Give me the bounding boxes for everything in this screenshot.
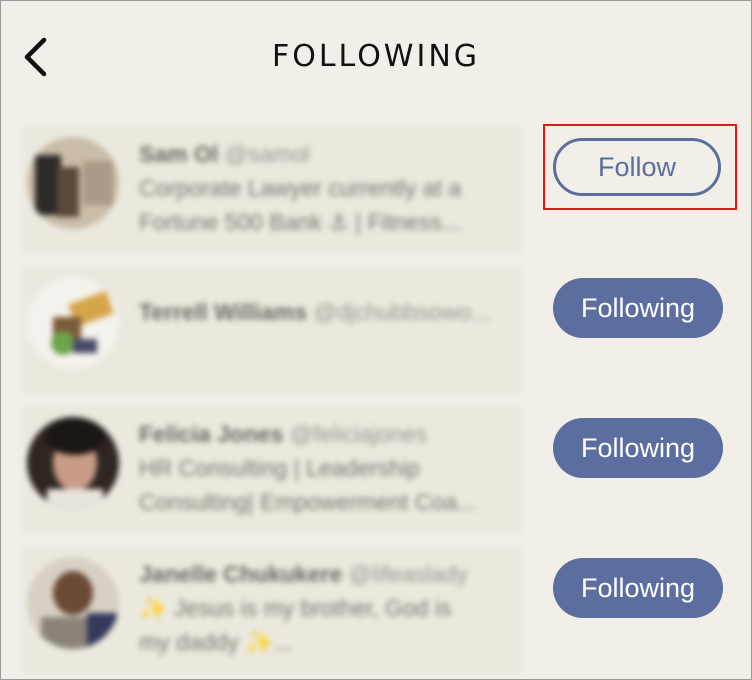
- user-info[interactable]: Janelle Chukukere @lifeaslady ✨ Jesus is…: [23, 545, 521, 673]
- user-handle: @djchubbsowo...: [313, 299, 491, 325]
- following-button[interactable]: Following: [553, 558, 723, 618]
- user-name: Felicia Jones: [139, 421, 284, 447]
- user-bio-line: my daddy ✨...: [139, 629, 293, 655]
- following-button[interactable]: Following: [553, 418, 723, 478]
- user-bio-line: Fortune 500 Bank ⚓ | Fitness...: [139, 209, 461, 235]
- avatar[interactable]: [27, 277, 119, 369]
- user-info[interactable]: Terrell Williams @djchubbsowo...: [23, 265, 521, 393]
- user-bio-line: ✨ Jesus is my brother, God is: [139, 595, 452, 621]
- user-name: Janelle Chukukere: [139, 561, 343, 587]
- list-item: Felicia Jones @feliciajones HR Consultin…: [1, 399, 751, 539]
- follow-button-highlight: [543, 124, 737, 210]
- avatar[interactable]: [27, 417, 119, 509]
- header: FOLLOWING: [1, 1, 751, 111]
- user-info[interactable]: Sam Ol @samol Corporate Lawyer currently…: [23, 125, 521, 253]
- user-handle: @feliciajones: [289, 421, 427, 447]
- user-info[interactable]: Felicia Jones @feliciajones HR Consultin…: [23, 405, 521, 533]
- list-item: Terrell Williams @djchubbsowo... Followi…: [1, 259, 751, 399]
- user-name: Terrell Williams: [139, 299, 308, 325]
- avatar[interactable]: [27, 137, 119, 229]
- list-item: Janelle Chukukere @lifeaslady ✨ Jesus is…: [1, 539, 751, 679]
- user-name: Sam Ol: [139, 141, 219, 167]
- page-title: FOLLOWING: [271, 39, 481, 74]
- user-handle: @samol: [224, 141, 310, 167]
- user-bio-line: HR Consulting | Leadership: [139, 455, 420, 481]
- user-bio-line: Consulting| Empowerment Coa...: [139, 489, 477, 515]
- user-bio-line: Corporate Lawyer currently at a: [139, 175, 462, 201]
- user-handle: @lifeaslady: [348, 561, 468, 587]
- avatar[interactable]: [27, 557, 119, 649]
- following-button[interactable]: Following: [553, 278, 723, 338]
